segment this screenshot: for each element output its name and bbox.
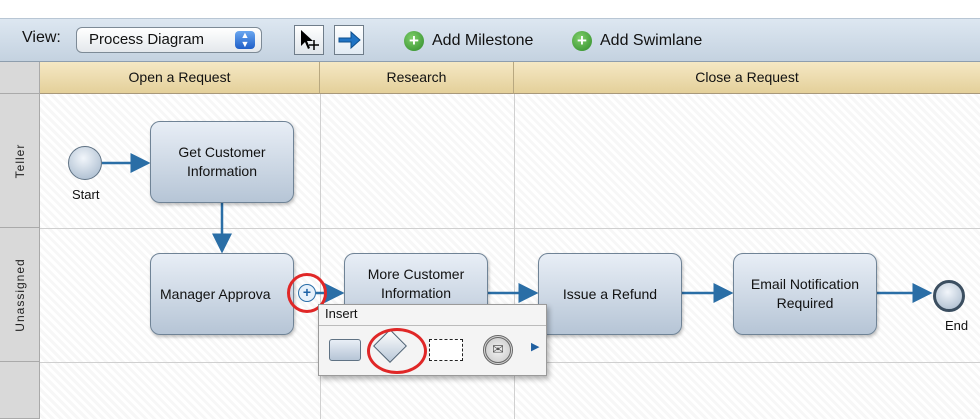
intermediate-event-icon[interactable]: ✉: [483, 335, 513, 365]
end-event-label: End: [945, 318, 969, 333]
task-issue-refund[interactable]: Issue a Refund: [538, 253, 682, 335]
highlight-ring-annotation: [367, 328, 427, 374]
task-label: Get Customer Information: [178, 144, 266, 179]
task-manager-approval[interactable]: Manager Approva: [150, 253, 294, 335]
subprocess-icon[interactable]: [429, 339, 463, 361]
task-label: Email Notification Required: [750, 276, 860, 311]
task-label: More Customer Information: [367, 266, 465, 301]
task-label: Manager Approva: [160, 285, 271, 302]
insert-popup: Insert ✉ ▶: [318, 304, 547, 376]
insert-popup-title: Insert: [325, 306, 358, 321]
task-get-customer-information[interactable]: Get Customer Information: [150, 121, 294, 203]
task-email-notification[interactable]: Email Notification Required: [733, 253, 877, 335]
end-event[interactable]: [933, 280, 965, 312]
start-event[interactable]: [68, 146, 102, 180]
task-label: Issue a Refund: [562, 285, 658, 302]
insert-popup-divider: [319, 325, 546, 326]
task-icon[interactable]: [329, 339, 361, 361]
start-event-label: Start: [72, 187, 100, 202]
more-arrow-icon[interactable]: ▶: [531, 340, 539, 353]
